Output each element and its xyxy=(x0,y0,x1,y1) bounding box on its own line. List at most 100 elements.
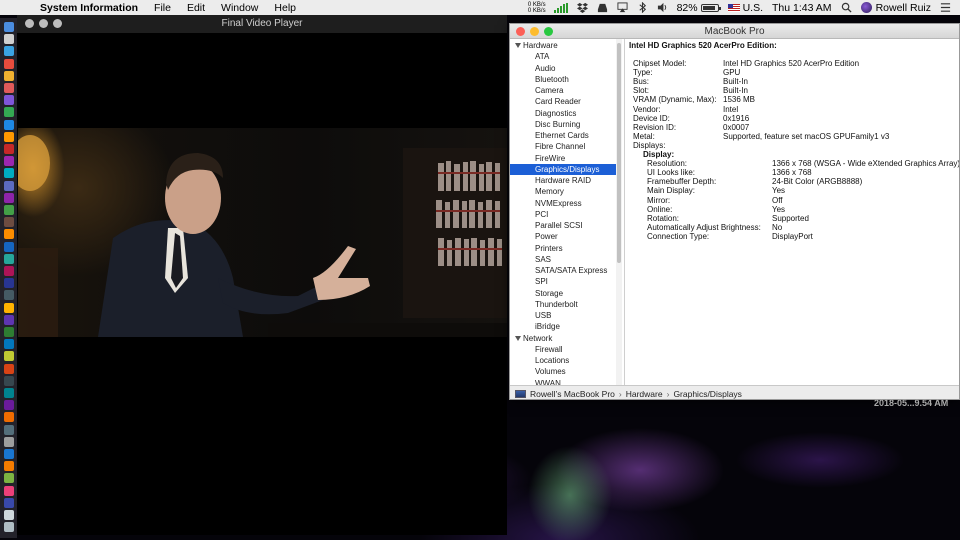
sidebar-scroll-thumb[interactable] xyxy=(617,43,621,263)
dock-app-icon[interactable] xyxy=(4,314,14,325)
user-menu[interactable]: Rowell Ruiz xyxy=(860,2,931,14)
dock-app-icon[interactable] xyxy=(4,327,14,337)
dock-app-icon[interactable] xyxy=(4,229,14,240)
menu-help[interactable]: Help xyxy=(274,2,296,14)
notification-center-icon[interactable] xyxy=(940,2,951,13)
dock-app-icon[interactable] xyxy=(4,156,14,167)
sidebar-item[interactable]: Hardware RAID xyxy=(510,175,616,186)
activity-monitor-icon[interactable] xyxy=(553,2,568,13)
sidebar-section-hardware[interactable]: Hardware xyxy=(510,40,616,51)
sidebar-item[interactable]: Diagnostics xyxy=(510,108,616,119)
dock-app-icon[interactable] xyxy=(4,217,14,228)
sidebar-item[interactable]: Ethernet Cards xyxy=(510,130,616,141)
dropbox-icon[interactable] xyxy=(576,2,588,13)
drive-icon[interactable] xyxy=(597,2,608,13)
sidebar-section-network[interactable]: Network xyxy=(510,333,616,344)
sidebar-item[interactable]: Firewall xyxy=(510,344,616,355)
dock-app-icon[interactable] xyxy=(4,22,14,32)
dock-app-icon[interactable] xyxy=(4,510,14,520)
dock-app-icon[interactable] xyxy=(4,266,14,276)
sidebar-item[interactable]: Audio xyxy=(510,63,616,74)
sidebar-item[interactable]: PCI xyxy=(510,209,616,220)
dock-app-icon[interactable] xyxy=(4,363,14,374)
dock-app-icon[interactable] xyxy=(4,278,14,289)
dock-app-icon[interactable] xyxy=(4,290,14,301)
sidebar-item[interactable]: iBridge xyxy=(510,321,616,332)
battery-status[interactable]: 82% xyxy=(677,2,721,14)
dock-app-icon[interactable] xyxy=(4,388,14,398)
sidebar-item[interactable]: Thunderbolt xyxy=(510,299,616,310)
disclosure-triangle-icon[interactable] xyxy=(515,43,521,48)
menu-edit[interactable]: Edit xyxy=(187,2,205,14)
sidebar-item[interactable]: USB xyxy=(510,310,616,321)
dock-app-icon[interactable] xyxy=(4,192,14,203)
sidebar-scrollbar[interactable] xyxy=(616,39,622,385)
sidebar-item[interactable]: Storage xyxy=(510,288,616,299)
sidebar-item[interactable]: Camera xyxy=(510,85,616,96)
sysinfo-titlebar[interactable]: MacBook Pro xyxy=(510,24,959,39)
dock-app-icon[interactable] xyxy=(4,424,14,435)
dock-app-icon[interactable] xyxy=(4,180,14,191)
sidebar-item[interactable]: Locations xyxy=(510,355,616,366)
dock-app-icon[interactable] xyxy=(4,302,14,313)
video-player-titlebar[interactable]: Final Video Player xyxy=(17,15,507,33)
airplay-icon[interactable] xyxy=(617,2,628,13)
dock-app-icon[interactable] xyxy=(4,339,14,350)
breadcrumb-separator-icon: › xyxy=(666,388,670,399)
sidebar-item[interactable]: Memory xyxy=(510,186,616,197)
sidebar-item[interactable]: Power xyxy=(510,231,616,242)
sidebar-item[interactable]: Graphics/Displays xyxy=(510,163,616,175)
disclosure-triangle-icon[interactable] xyxy=(515,335,521,341)
sidebar-item[interactable]: SATA/SATA Express xyxy=(510,265,616,276)
dock-app-icon[interactable] xyxy=(4,351,14,362)
bluetooth-icon[interactable] xyxy=(637,2,648,13)
sidebar-item[interactable]: FireWire xyxy=(510,153,616,164)
dock-app-icon[interactable] xyxy=(4,375,14,386)
dock-app-icon[interactable] xyxy=(4,412,14,423)
dock-app-icon[interactable] xyxy=(4,46,14,57)
dock-app-icon[interactable] xyxy=(4,131,14,142)
dock-app-icon[interactable] xyxy=(4,205,14,215)
dock-app-icon[interactable] xyxy=(4,107,14,118)
spotlight-search-icon[interactable] xyxy=(841,2,852,13)
property-key: Slot: xyxy=(633,86,650,96)
dock-app-icon[interactable] xyxy=(4,449,14,459)
video-frame[interactable] xyxy=(18,128,507,337)
dock-app-icon[interactable] xyxy=(4,241,14,252)
sidebar-item[interactable]: Printers xyxy=(510,243,616,254)
sidebar-item[interactable]: NVMExpress xyxy=(510,198,616,209)
dock-app-icon[interactable] xyxy=(4,58,14,69)
sidebar-item[interactable]: Parallel SCSI xyxy=(510,220,616,231)
dock-app-icon[interactable] xyxy=(4,436,14,447)
sidebar-item[interactable]: WWAN xyxy=(510,378,616,386)
dock-app-icon[interactable] xyxy=(4,473,14,484)
dock-app-icon[interactable] xyxy=(4,83,14,93)
dock-app-icon[interactable] xyxy=(4,400,14,411)
sidebar-item[interactable]: Disc Burning xyxy=(510,119,616,130)
menubar-clock[interactable]: Thu 1:43 AM xyxy=(772,2,832,14)
dock-app-icon[interactable] xyxy=(4,253,14,264)
dock-app-icon[interactable] xyxy=(4,95,14,106)
dock-app-icon[interactable] xyxy=(4,522,14,533)
sidebar-item[interactable]: Fibre Channel xyxy=(510,141,616,152)
volume-icon[interactable] xyxy=(657,2,668,13)
dock-app-icon[interactable] xyxy=(4,34,14,45)
sidebar-item[interactable]: ATA xyxy=(510,51,616,62)
sidebar-item[interactable]: Bluetooth xyxy=(510,74,616,85)
menu-app-name[interactable]: System Information xyxy=(40,2,138,14)
input-source-menu[interactable]: U.S. xyxy=(727,2,763,14)
dock-app-icon[interactable] xyxy=(4,70,14,81)
dock-app-icon[interactable] xyxy=(4,485,14,496)
dock-app-icon[interactable] xyxy=(4,168,14,179)
sidebar-item[interactable]: Volumes xyxy=(510,366,616,377)
dock-app-icon[interactable] xyxy=(4,461,14,472)
sidebar-item[interactable]: SAS xyxy=(510,254,616,265)
sidebar-item[interactable]: Card Reader xyxy=(510,96,616,107)
sidebar-item[interactable]: SPI xyxy=(510,276,616,287)
dock-app-icon[interactable] xyxy=(4,497,14,508)
network-speed[interactable]: 0 KB/s 0 KB/s xyxy=(528,2,546,14)
menu-file[interactable]: File xyxy=(154,2,171,14)
dock-app-icon[interactable] xyxy=(4,144,14,154)
menu-window[interactable]: Window xyxy=(221,2,258,14)
dock-app-icon[interactable] xyxy=(4,119,14,130)
